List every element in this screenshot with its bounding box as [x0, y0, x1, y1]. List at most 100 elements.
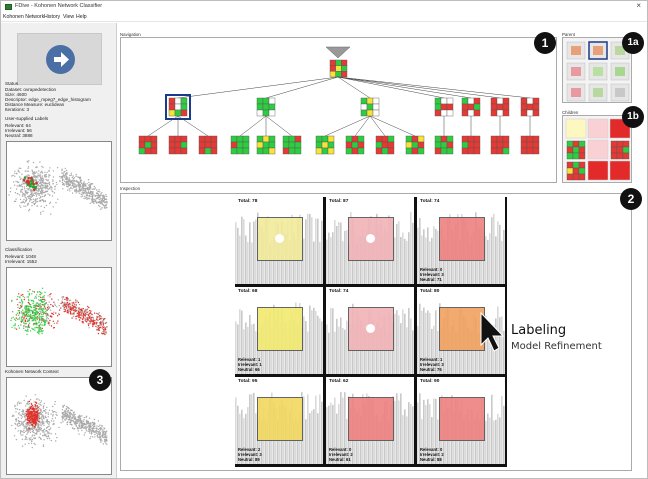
level1-node [461, 97, 481, 117]
scatter-point [40, 318, 43, 321]
grid-cell [622, 140, 630, 148]
context-scatter-plot[interactable] [6, 377, 112, 475]
histogram-bar [497, 413, 499, 464]
scatter-point [40, 438, 42, 440]
scatter-point [25, 429, 28, 431]
scatter-point [23, 202, 26, 204]
scatter-point [73, 413, 75, 415]
scatter-point [50, 325, 53, 327]
grid-cell [204, 135, 212, 143]
scatter-point [40, 306, 42, 308]
scatter-point [72, 308, 75, 310]
grid-cell [467, 141, 475, 149]
histogram-bar [489, 417, 491, 464]
scatter-point [70, 186, 72, 188]
histogram-bar [398, 400, 400, 464]
child-node [566, 140, 586, 160]
scatter-point [52, 176, 55, 178]
context-point [30, 405, 33, 408]
scatter-point [99, 205, 101, 208]
scatter-point [40, 311, 42, 313]
scatter-point [20, 321, 23, 323]
inspection-cell[interactable]: Total: 74 Relevant: 0 Irrelevant: 3 Neutral… [417, 197, 505, 284]
scatter-point [29, 200, 31, 202]
callout-1: 1 [534, 32, 556, 54]
grid-cell [467, 109, 475, 117]
scatter-point [35, 428, 37, 431]
scatter-point [74, 306, 77, 308]
scatter-point [92, 318, 95, 320]
grid-cell [446, 97, 454, 105]
start-button[interactable] [17, 33, 102, 85]
inspection-cell[interactable]: Total: 62 Relevant: 0 Irrelevant: 2 Neutral… [326, 377, 414, 464]
tree-edge [147, 115, 179, 137]
scatter-point [49, 201, 52, 203]
scatter-point [29, 399, 32, 401]
scatter-point [22, 421, 24, 423]
scatter-point [91, 193, 93, 195]
scatter-point [50, 420, 53, 422]
scatter-point [40, 308, 42, 310]
scatter-point [84, 318, 86, 320]
scatter-point [39, 407, 41, 410]
scatter-point [97, 204, 100, 207]
scatter-point [18, 401, 20, 403]
title-bar: FDive - Kohonen Network Classifier × [1, 1, 647, 13]
scatter-point [94, 430, 97, 432]
scatter-point [44, 299, 47, 301]
histogram-bar [491, 217, 493, 284]
selected-dot [366, 324, 375, 333]
grid-cell [434, 147, 442, 155]
scatter-point [62, 175, 64, 177]
inspection-cell[interactable]: Total: 87 [326, 197, 414, 284]
grid-cell [256, 109, 264, 117]
scatter-point [71, 317, 73, 319]
scatter-point [28, 305, 30, 308]
inspection-cell[interactable]: Total: 74 [326, 287, 414, 374]
scatter-point [58, 313, 60, 316]
scatter-point [43, 206, 46, 209]
scatter-point [37, 312, 39, 314]
classification-scatter-plot[interactable] [6, 267, 112, 367]
scatter-point [16, 424, 18, 426]
scatter-point [31, 316, 33, 318]
level2-node [345, 135, 365, 155]
close-icon[interactable]: × [636, 1, 641, 10]
scatter-point [53, 326, 55, 329]
scatter-point [42, 180, 45, 182]
labels-scatter-plot[interactable] [6, 141, 112, 241]
scatter-point [43, 402, 45, 405]
scatter-point [23, 414, 25, 416]
menu-view[interactable]: View [63, 14, 74, 20]
scatter-point [91, 427, 93, 430]
inspection-cell[interactable]: Total: 78 [235, 197, 323, 284]
inspection-cell[interactable]: Total: 95 Relevant: 2 Irrelevant: 3 Neutral… [235, 377, 323, 464]
scatter-point [61, 181, 63, 184]
menu-help[interactable]: Help [76, 14, 87, 20]
histogram-bar [313, 241, 315, 284]
grid-cell [467, 147, 475, 155]
scatter-point [27, 324, 30, 326]
scatter-point [104, 441, 106, 443]
scatter-point [93, 425, 95, 428]
scatter-point [31, 446, 33, 449]
inspection-cell[interactable]: Total: 68 Relevant: 1 Irrelevant: 1 Neutral… [235, 287, 323, 374]
scatter-point [92, 423, 95, 426]
scatter-point [19, 430, 22, 432]
scatter-point [33, 442, 35, 445]
scatter-point [97, 195, 99, 198]
selected-dot [366, 234, 375, 243]
histogram-bar [417, 227, 419, 284]
menu-kohonen-network[interactable]: Kohonen Network [3, 14, 44, 20]
child-node [609, 160, 631, 181]
grid-cell [210, 147, 218, 155]
scatter-point [71, 188, 73, 190]
menu-history[interactable]: History [44, 14, 60, 20]
scatter-point [46, 187, 49, 189]
inspection-cell[interactable]: Total: 90 Relevant: 0 Irrelevant: 2 Neutral… [417, 377, 505, 464]
grid-cell [440, 97, 448, 105]
histogram-bar [336, 318, 338, 374]
grid-cell [381, 147, 389, 155]
histogram-bar [330, 308, 332, 374]
prototype-square [257, 307, 303, 351]
